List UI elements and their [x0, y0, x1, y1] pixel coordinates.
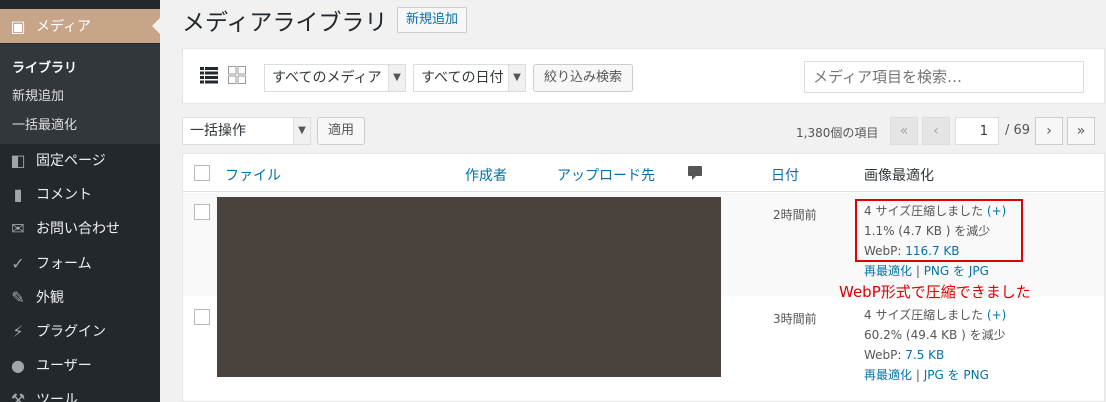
media-thumbnail[interactable]: [217, 296, 721, 377]
media-filter-bar: すべてのメディア ▼ すべての日付 ▼ 絞り込み検索: [182, 48, 1105, 104]
grid-view-icon[interactable]: [228, 66, 246, 84]
menu-tools-label: ツール: [36, 392, 78, 402]
media-submenu: ライブラリ 新規追加 一括最適化: [0, 44, 160, 144]
comment-bubble-icon[interactable]: [688, 166, 702, 180]
chevron-down-icon: ▼: [293, 118, 310, 144]
bulk-action-select[interactable]: 一括操作 ▼: [182, 117, 311, 145]
convert-link[interactable]: PNG を JPG: [924, 264, 989, 278]
row-checkbox[interactable]: [194, 204, 210, 220]
table-row: 3時間前 4 サイズ圧縮しました (+) 60.2% (49.4 KB ) を減…: [183, 296, 1104, 402]
total-pages: / 69: [1005, 123, 1031, 138]
menu-pages-label: 固定ページ: [36, 153, 106, 169]
convert-link[interactable]: JPG を PNG: [924, 368, 989, 382]
mail-icon: ✉: [11, 218, 25, 238]
column-image-optimize: 画像最適化: [864, 168, 934, 184]
media-thumbnail[interactable]: [217, 197, 721, 296]
media-type-value: すべてのメディア: [272, 70, 382, 86]
submenu-add-new[interactable]: 新規追加: [12, 85, 64, 104]
menu-contact[interactable]: ✉ お問い合わせ: [0, 211, 160, 245]
table-header: ファイル 作成者 アップロード先 日付 画像最適化: [183, 154, 1104, 192]
menu-media-label: メディア: [36, 19, 92, 35]
highlight-box: [855, 199, 1023, 262]
row-date: 2時間前: [773, 208, 817, 222]
last-page-button[interactable]: »: [1067, 117, 1095, 145]
media-search-input[interactable]: [804, 61, 1084, 93]
column-author[interactable]: 作成者: [465, 165, 507, 185]
reoptimize-link[interactable]: 再最適化: [864, 264, 912, 278]
separator: |: [912, 368, 924, 382]
menu-contact-label: お問い合わせ: [36, 221, 120, 237]
wrench-icon: ⚒: [10, 389, 26, 402]
menu-media[interactable]: ▣ メディア: [0, 9, 160, 43]
date-value: すべての日付: [421, 70, 504, 86]
row-date: 3時間前: [773, 312, 817, 326]
user-icon: ●: [11, 355, 25, 375]
apply-button[interactable]: 適用: [317, 117, 366, 145]
submenu-bulk-optimize[interactable]: 一括最適化: [12, 114, 77, 133]
media-type-select[interactable]: すべてのメディア ▼: [264, 64, 406, 92]
page-icon: ◧: [10, 150, 26, 170]
media-table: ファイル 作成者 アップロード先 日付 画像最適化 2時間前 4 サイズ圧縮しま…: [182, 153, 1105, 402]
admin-sidebar: ▣ メディア ライブラリ 新規追加 一括最適化 ◧ 固定ページ ▮ コメント ✉…: [0, 0, 160, 402]
brush-icon: ✎: [11, 287, 25, 307]
row-checkbox[interactable]: [194, 309, 210, 325]
check-icon: ✓: [11, 253, 25, 273]
menu-tools[interactable]: ⚒ ツール: [0, 382, 160, 402]
menu-plugins[interactable]: ⚡ プラグイン: [0, 314, 160, 348]
media-icon: ▣: [10, 16, 26, 36]
plugin-icon: ⚡: [12, 321, 24, 341]
menu-comments-label: コメント: [36, 187, 92, 203]
webp-size-link[interactable]: 7.5 KB: [905, 348, 944, 362]
menu-plugins-label: プラグイン: [36, 324, 106, 340]
menu-appearance[interactable]: ✎ 外観: [0, 280, 160, 314]
column-file[interactable]: ファイル: [225, 165, 281, 185]
current-page-input[interactable]: [955, 117, 999, 145]
date-select[interactable]: すべての日付 ▼: [413, 64, 526, 92]
first-page-button[interactable]: «: [890, 117, 918, 145]
menu-users[interactable]: ● ユーザー: [0, 348, 160, 382]
prev-page-button[interactable]: ‹: [922, 117, 950, 145]
column-date[interactable]: 日付: [771, 165, 799, 185]
items-count: 1,380個の項目: [796, 126, 879, 140]
menu-forms[interactable]: ✓ フォーム: [0, 246, 160, 280]
menu-comments[interactable]: ▮ コメント: [0, 177, 160, 211]
add-new-button[interactable]: 新規追加: [397, 7, 468, 33]
compressed-text: 4 サイズ圧縮しました: [864, 308, 984, 322]
chevron-down-icon: ▼: [388, 65, 405, 91]
menu-appearance-label: 外観: [36, 290, 64, 306]
list-view-icon[interactable]: [200, 66, 218, 84]
menu-pages[interactable]: ◧ 固定ページ: [0, 143, 160, 177]
reoptimize-link[interactable]: 再最適化: [864, 368, 912, 382]
annotation-text: WebP形式で圧縮できました: [839, 283, 1031, 301]
next-page-button[interactable]: ›: [1035, 117, 1063, 145]
column-uploaded-to[interactable]: アップロード先: [557, 165, 655, 185]
webp-label: WebP:: [864, 348, 906, 362]
menu-forms-label: フォーム: [36, 256, 92, 272]
page-title: メディアライブラリ: [182, 10, 388, 36]
reduced-text: 60.2% (49.4 KB ) を減少: [864, 328, 1006, 342]
menu-users-label: ユーザー: [36, 358, 92, 374]
submenu-library[interactable]: ライブラリ: [12, 57, 77, 76]
bulk-action-value: 一括操作: [190, 123, 246, 139]
separator: |: [912, 264, 924, 278]
details-toggle-link[interactable]: (+): [987, 308, 1006, 322]
select-all-checkbox[interactable]: [194, 165, 210, 181]
comment-icon: ▮: [13, 184, 23, 204]
optimize-status: 4 サイズ圧縮しました (+) 60.2% (49.4 KB ) を減少 Web…: [864, 305, 1006, 385]
filter-button[interactable]: 絞り込み検索: [533, 64, 634, 92]
chevron-down-icon: ▼: [508, 65, 525, 91]
